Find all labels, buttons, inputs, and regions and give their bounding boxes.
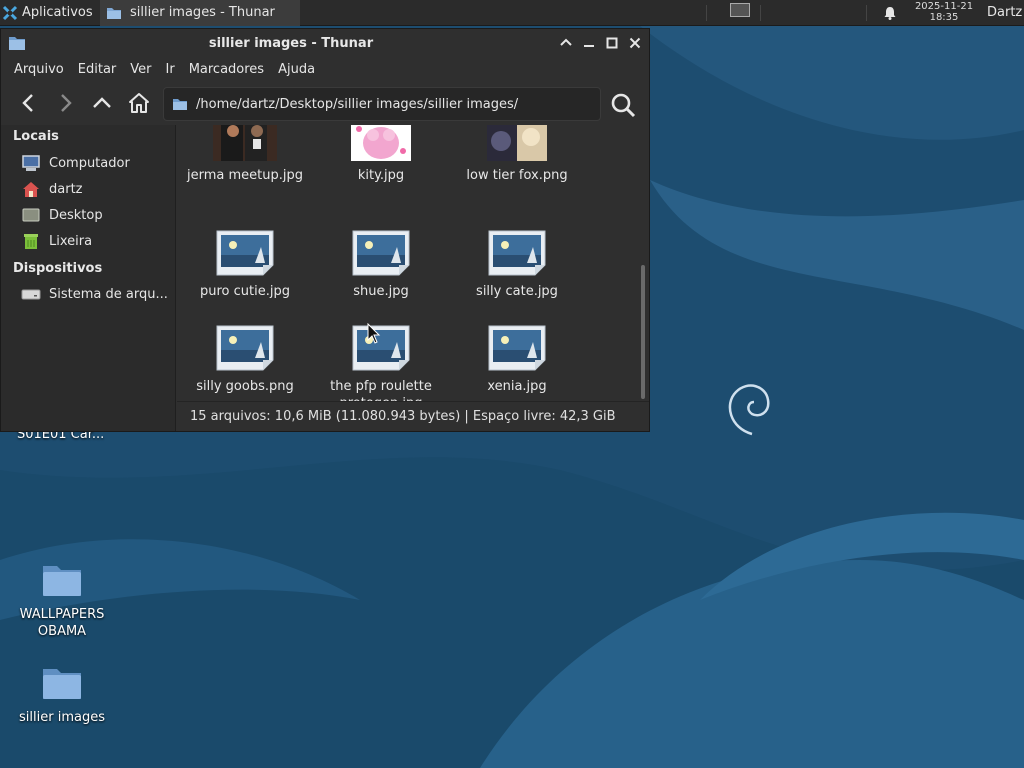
file-item[interactable]: the pfp roulette protogen.jpg <box>315 324 447 401</box>
file-item[interactable]: silly goobs.png <box>177 324 313 395</box>
shade-button-icon[interactable] <box>558 35 574 51</box>
image-file-icon <box>488 230 546 276</box>
file-item[interactable]: kity.jpg <box>313 125 449 184</box>
menubar: Arquivo Editar Ver Ir Marcadores Ajuda <box>1 57 649 81</box>
panel-separator <box>706 5 707 21</box>
drive-icon <box>21 289 41 300</box>
image-file-icon <box>352 325 410 371</box>
image-thumbnail <box>487 125 547 161</box>
file-name: jerma meetup.jpg <box>187 168 303 183</box>
toolbar: /home/dartz/Desktop/sillier images/silli… <box>1 81 649 125</box>
search-icon[interactable] <box>609 91 637 119</box>
file-name: shue.jpg <box>353 284 409 299</box>
clock-date: 2025-11-21 <box>914 1 974 12</box>
sidebar-item-lixeira[interactable]: Lixeira <box>21 231 92 251</box>
desktop-icon-wallpapers-obama[interactable]: WALLPAPERS OBAMA <box>7 560 117 640</box>
file-name: low tier fox.png <box>466 168 568 183</box>
window-titlebar[interactable]: sillier images - Thunar <box>1 29 649 57</box>
applications-label: Aplicativos <box>22 5 93 20</box>
top-panel: Aplicativos sillier images - Thunar <box>0 0 1024 26</box>
desktop-icon-sillier-images[interactable]: sillier images <box>7 663 117 726</box>
home-icon[interactable] <box>127 91 151 115</box>
computer-icon <box>22 155 40 171</box>
file-item[interactable]: silly cate.jpg <box>449 229 585 300</box>
folder-icon <box>107 7 121 19</box>
sidebar-item-label: Desktop <box>49 207 103 223</box>
sidebar-header-places: Locais <box>13 129 59 144</box>
scrollbar-thumb[interactable] <box>641 265 645 399</box>
sidebar-item-label: Sistema de arqu... <box>49 286 168 302</box>
sidebar-item-computador[interactable]: Computador <box>21 153 130 173</box>
menu-editar[interactable]: Editar <box>71 62 124 77</box>
sidebar-item-desktop[interactable]: Desktop <box>21 205 103 225</box>
panel-separator <box>866 5 867 21</box>
file-name: silly cate.jpg <box>476 284 558 299</box>
status-text: 15 arquivos: 10,6 MiB (11.080.943 bytes)… <box>190 409 616 424</box>
thunar-window: sillier images - Thunar Arquivo Editar V… <box>0 28 650 432</box>
workspace-switcher[interactable] <box>730 3 750 17</box>
file-name: xenia.jpg <box>487 379 547 394</box>
location-bar[interactable]: /home/dartz/Desktop/sillier images/silli… <box>163 87 601 121</box>
menu-ir[interactable]: Ir <box>159 62 182 77</box>
sidebar: Locais Computador dartz Desktop Lixeira … <box>1 125 176 431</box>
file-item[interactable]: shue.jpg <box>313 229 449 300</box>
sidebar-item-label: Lixeira <box>49 233 93 249</box>
maximize-button-icon[interactable] <box>604 35 620 51</box>
notification-bell-icon[interactable] <box>882 5 898 21</box>
sidebar-item-label: Computador <box>49 155 130 171</box>
back-icon[interactable] <box>17 91 41 115</box>
up-icon[interactable] <box>90 91 114 115</box>
file-item[interactable]: puro cutie.jpg <box>177 229 313 300</box>
status-bar: 15 arquivos: 10,6 MiB (11.080.943 bytes)… <box>177 401 649 431</box>
image-file-icon <box>216 230 274 276</box>
location-path: /home/dartz/Desktop/sillier images/silli… <box>196 96 519 112</box>
sidebar-item-label: dartz <box>49 181 83 197</box>
taskbar-title: sillier images - Thunar <box>130 5 275 20</box>
file-item[interactable]: xenia.jpg <box>449 324 585 395</box>
folder-icon <box>173 99 187 110</box>
menu-ajuda[interactable]: Ajuda <box>271 62 322 77</box>
clock-time: 18:35 <box>929 12 959 23</box>
panel-separator <box>760 5 761 21</box>
menu-marcadores[interactable]: Marcadores <box>182 62 271 77</box>
desktop-icon-label: sillier images <box>19 710 105 725</box>
menu-arquivo[interactable]: Arquivo <box>7 62 71 77</box>
panel-clock[interactable]: 2025-11-21 18:35 <box>906 1 982 23</box>
sidebar-header-devices: Dispositivos <box>13 261 103 276</box>
trash-icon <box>24 234 38 249</box>
desktop-icon-label: WALLPAPERS OBAMA <box>19 607 105 639</box>
applications-menu[interactable]: Aplicativos <box>0 0 100 26</box>
image-thumbnail <box>213 125 277 161</box>
sidebar-item-dartz[interactable]: dartz <box>21 179 82 199</box>
file-name: the pfp roulette protogen.jpg <box>330 379 432 401</box>
desktop-icon <box>22 208 40 222</box>
taskbar-button-thunar[interactable]: sillier images - Thunar <box>100 0 300 26</box>
file-item[interactable]: jerma meetup.jpg <box>177 125 313 184</box>
file-name: puro cutie.jpg <box>200 284 290 299</box>
image-file-icon <box>488 325 546 371</box>
close-button-icon[interactable] <box>627 35 643 51</box>
xfce-menu-icon <box>2 5 18 20</box>
image-file-icon <box>216 325 274 371</box>
sidebar-item-filesystem[interactable]: Sistema de arqu... <box>21 284 168 304</box>
user-menu[interactable]: Dartz <box>987 5 1022 20</box>
home-folder-icon <box>23 182 39 197</box>
folder-icon <box>43 669 81 699</box>
file-item[interactable]: low tier fox.png <box>449 125 585 184</box>
file-name: silly goobs.png <box>196 379 294 394</box>
folder-icon <box>43 566 81 596</box>
minimize-button-icon[interactable] <box>581 35 597 51</box>
image-file-icon <box>352 230 410 276</box>
file-view: jerma meetup.jpg kity.jpg low tier fox.p… <box>177 125 649 401</box>
menu-ver[interactable]: Ver <box>123 62 158 77</box>
mouse-cursor-icon <box>367 323 381 344</box>
window-title: sillier images - Thunar <box>208 36 374 51</box>
image-thumbnail <box>351 125 411 161</box>
forward-icon[interactable] <box>53 91 77 115</box>
file-name: kity.jpg <box>357 168 405 183</box>
